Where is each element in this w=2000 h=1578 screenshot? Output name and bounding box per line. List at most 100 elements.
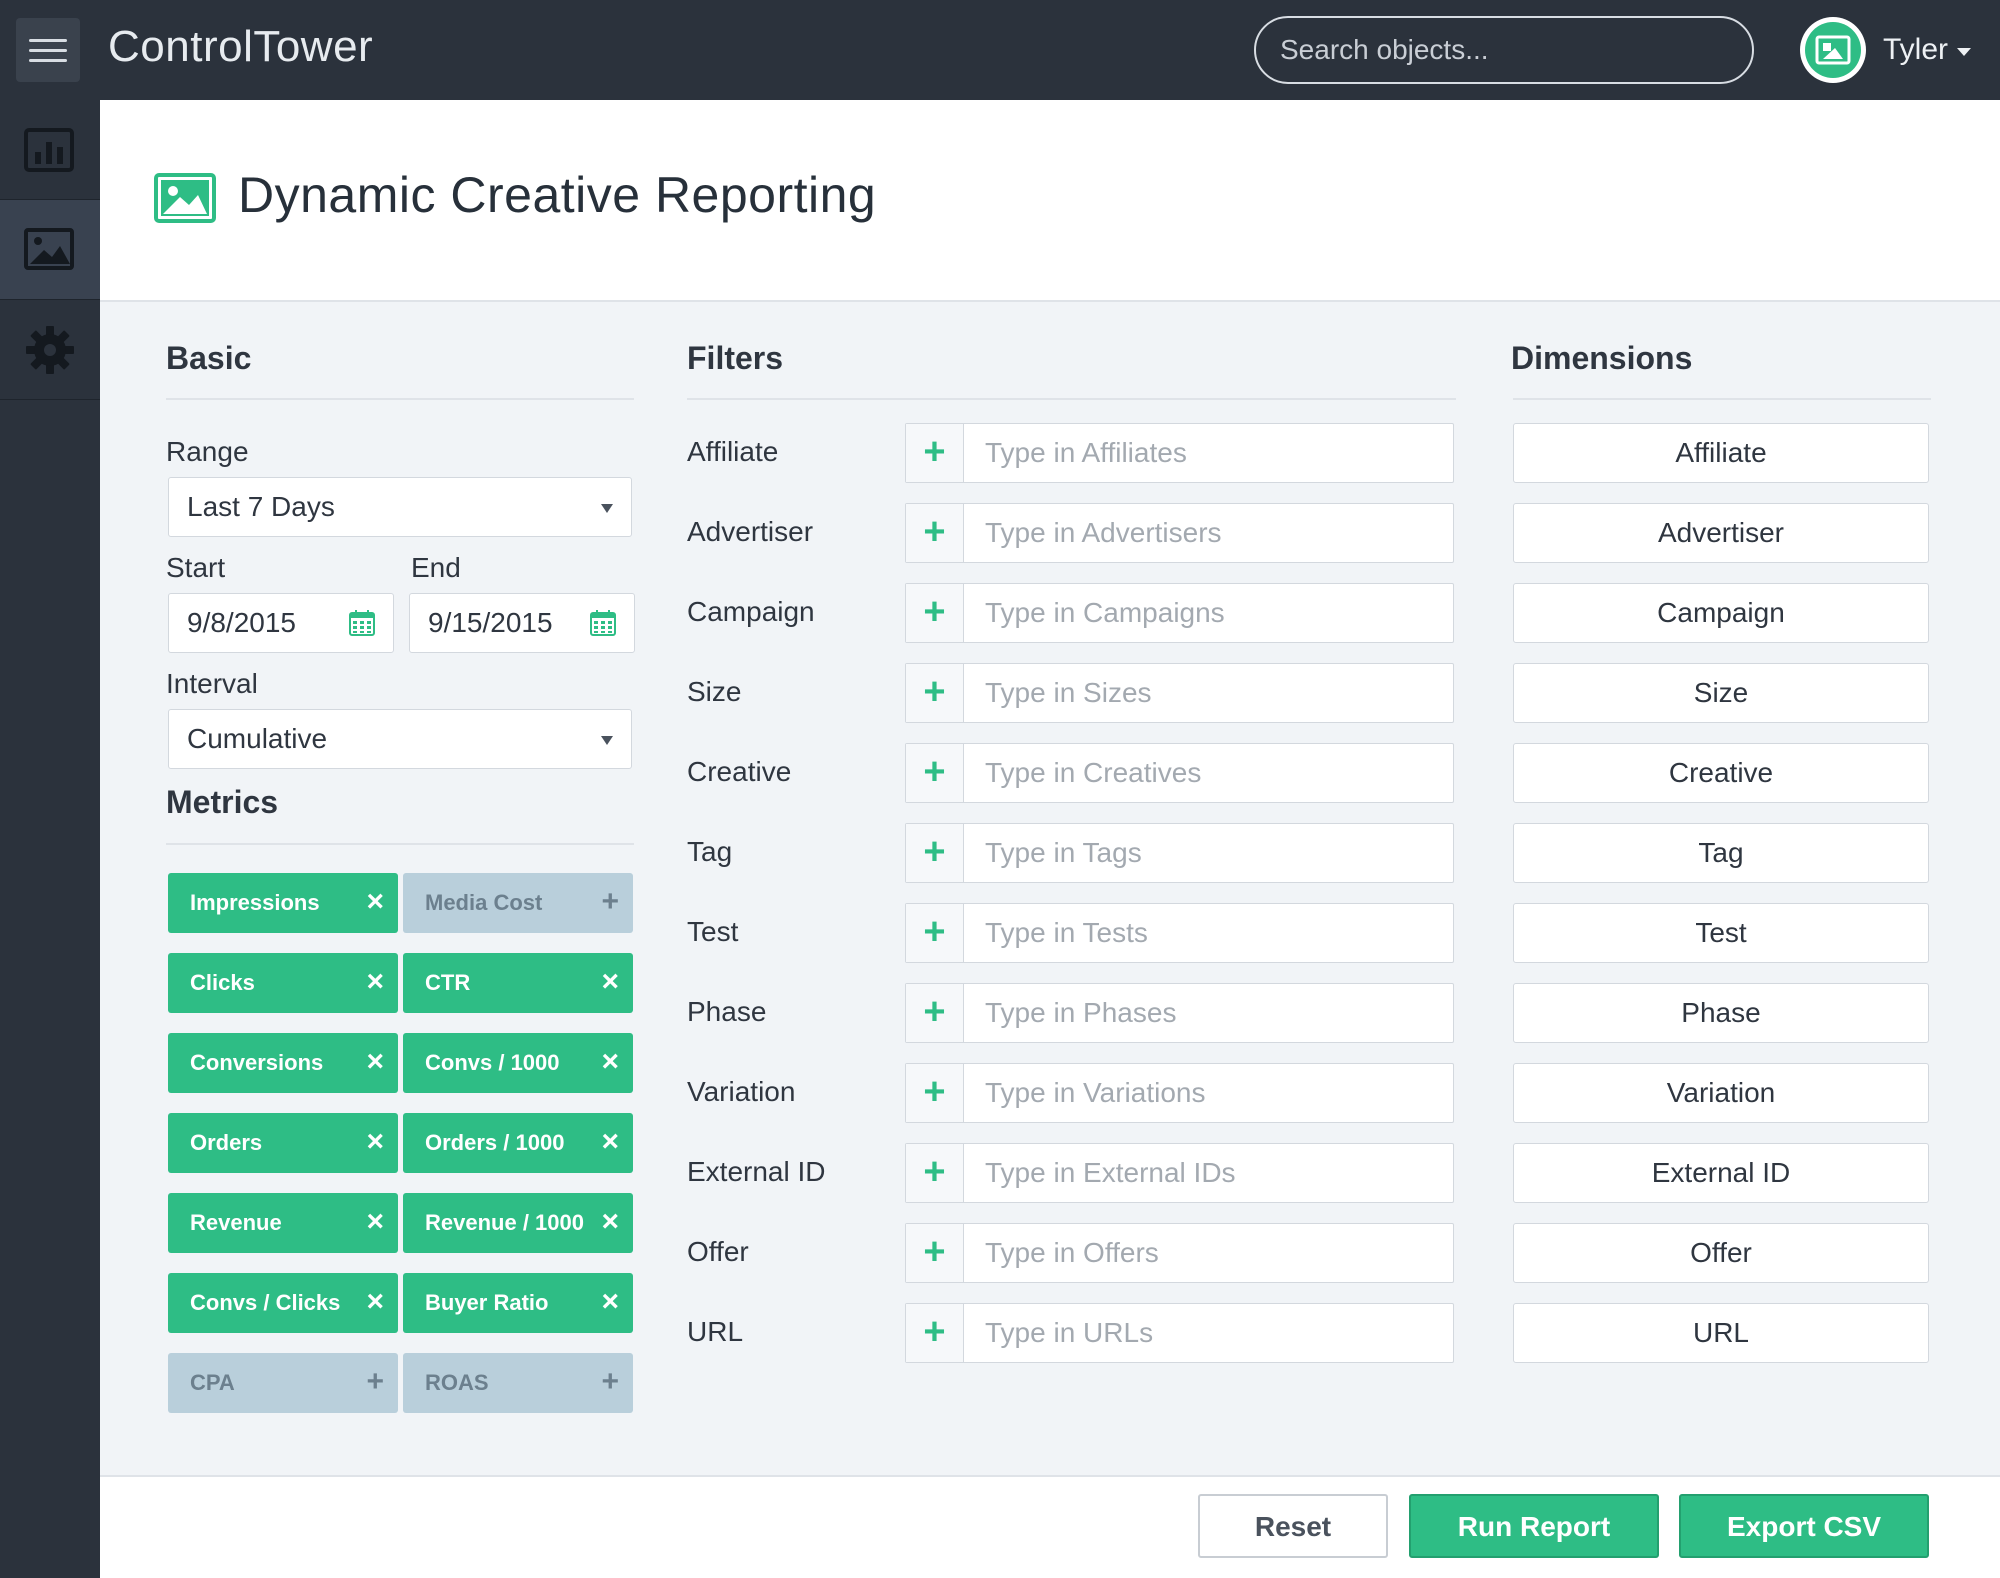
avatar-image-icon [1815, 35, 1851, 65]
remove-icon[interactable]: × [366, 1284, 384, 1320]
dimension-url[interactable]: URL [1513, 1303, 1929, 1363]
filter-input-size[interactable] [965, 664, 1453, 722]
filter-url: + [905, 1303, 1454, 1363]
filter-input-creative[interactable] [965, 744, 1453, 802]
dimension-external-id[interactable]: External ID [1513, 1143, 1929, 1203]
metric-chip-orders[interactable]: Orders × [168, 1113, 398, 1173]
metric-label: Clicks [190, 970, 255, 995]
calendar-icon[interactable] [590, 610, 616, 636]
filter-input-phase[interactable] [965, 984, 1453, 1042]
end-date-field[interactable]: 9/15/2015 [409, 593, 635, 653]
filter-label-url: URL [687, 1316, 744, 1347]
metric-chip-revenue-per-1000[interactable]: Revenue / 1000 × [403, 1193, 633, 1253]
metric-chip-clicks[interactable]: Clicks × [168, 953, 398, 1013]
filter-input-external-id[interactable] [965, 1144, 1453, 1202]
filter-label-offer: Offer [687, 1236, 749, 1267]
filter-input-variation[interactable] [965, 1064, 1453, 1122]
metric-chip-convs-per-1000[interactable]: Convs / 1000 × [403, 1033, 633, 1093]
remove-icon[interactable]: × [366, 1124, 384, 1160]
remove-icon[interactable]: × [601, 1284, 619, 1320]
add-filter-icon[interactable]: + [906, 504, 964, 562]
metric-chip-revenue[interactable]: Revenue × [168, 1193, 398, 1253]
dimension-size[interactable]: Size [1513, 663, 1929, 723]
range-select[interactable]: Last 7 Days [168, 477, 632, 537]
add-filter-icon[interactable]: + [906, 984, 964, 1042]
add-icon[interactable]: + [366, 1364, 384, 1400]
dimension-creative[interactable]: Creative [1513, 743, 1929, 803]
dimension-variation[interactable]: Variation [1513, 1063, 1929, 1123]
metric-chip-ctr[interactable]: CTR × [403, 953, 633, 1013]
remove-icon[interactable]: × [366, 884, 384, 920]
metric-label: Orders / 1000 [425, 1130, 565, 1155]
add-icon[interactable]: + [601, 884, 619, 920]
add-filter-icon[interactable]: + [906, 1304, 964, 1362]
start-date-field[interactable]: 9/8/2015 [168, 593, 394, 653]
metric-label: Revenue [190, 1210, 282, 1235]
sidebar-item-settings[interactable] [0, 300, 100, 400]
remove-icon[interactable]: × [601, 1204, 619, 1240]
range-label: Range [166, 436, 249, 467]
dimension-phase[interactable]: Phase [1513, 983, 1929, 1043]
filter-label-variation: Variation [687, 1076, 796, 1107]
dimension-tag[interactable]: Tag [1513, 823, 1929, 883]
run-report-button[interactable]: Run Report [1409, 1494, 1659, 1558]
metric-chip-buyer-ratio[interactable]: Buyer Ratio × [403, 1273, 633, 1333]
filter-input-tag[interactable] [965, 824, 1453, 882]
add-filter-icon[interactable]: + [906, 1224, 964, 1282]
add-filter-icon[interactable]: + [906, 424, 964, 482]
remove-icon[interactable]: × [366, 1204, 384, 1240]
dimension-offer[interactable]: Offer [1513, 1223, 1929, 1283]
chevron-down-icon[interactable] [1957, 48, 1971, 56]
add-filter-icon[interactable]: + [906, 584, 964, 642]
remove-icon[interactable]: × [601, 1124, 619, 1160]
metric-chip-orders-per-1000[interactable]: Orders / 1000 × [403, 1113, 633, 1173]
hamburger-menu-icon[interactable] [16, 18, 80, 82]
metric-chip-convs-per-clicks[interactable]: Convs / Clicks × [168, 1273, 398, 1333]
metric-chip-cpa[interactable]: CPA + [168, 1353, 398, 1413]
metric-chip-impressions[interactable]: Impressions × [168, 873, 398, 933]
add-filter-icon[interactable]: + [906, 664, 964, 722]
remove-icon[interactable]: × [366, 964, 384, 1000]
add-filter-icon[interactable]: + [906, 1064, 964, 1122]
export-csv-button[interactable]: Export CSV [1679, 1494, 1929, 1558]
filter-size: + [905, 663, 1454, 723]
remove-icon[interactable]: × [366, 1044, 384, 1080]
filter-input-affiliate[interactable] [965, 424, 1453, 482]
remove-icon[interactable]: × [601, 964, 619, 1000]
add-icon[interactable]: + [601, 1364, 619, 1400]
filter-input-url[interactable] [965, 1304, 1453, 1362]
interval-select[interactable]: Cumulative [168, 709, 632, 769]
filter-input-test[interactable] [965, 904, 1453, 962]
metric-chip-roas[interactable]: ROAS + [403, 1353, 633, 1413]
dimension-affiliate[interactable]: Affiliate [1513, 423, 1929, 483]
add-filter-icon[interactable]: + [906, 1144, 964, 1202]
add-filter-icon[interactable]: + [906, 744, 964, 802]
calendar-icon[interactable] [349, 610, 375, 636]
page-header: Dynamic Creative Reporting [100, 100, 2000, 302]
filter-offer: + [905, 1223, 1454, 1283]
sidebar-item-reports[interactable] [0, 100, 100, 200]
metric-label: Impressions [190, 890, 320, 915]
user-name[interactable]: Tyler [1883, 33, 1948, 67]
reset-button[interactable]: Reset [1198, 1494, 1388, 1558]
filter-input-campaign[interactable] [965, 584, 1453, 642]
add-filter-icon[interactable]: + [906, 904, 964, 962]
dimension-advertiser[interactable]: Advertiser [1513, 503, 1929, 563]
dimension-campaign[interactable]: Campaign [1513, 583, 1929, 643]
filter-input-advertiser[interactable] [965, 504, 1453, 562]
start-label: Start [166, 552, 226, 583]
metric-chip-media-cost[interactable]: Media Cost + [403, 873, 633, 933]
sidebar-item-creatives[interactable] [0, 200, 100, 300]
filter-label-creative: Creative [687, 756, 792, 787]
metric-label: Conversions [190, 1050, 324, 1075]
remove-icon[interactable]: × [601, 1044, 619, 1080]
avatar[interactable] [1800, 17, 1866, 83]
metric-chip-conversions[interactable]: Conversions × [168, 1033, 398, 1093]
metric-label: Revenue / 1000 [425, 1210, 584, 1235]
add-filter-icon[interactable]: + [906, 824, 964, 882]
search-input[interactable] [1254, 16, 1754, 84]
filters-section-title: Filters [687, 340, 784, 376]
filter-label-affiliate: Affiliate [687, 436, 779, 467]
dimension-test[interactable]: Test [1513, 903, 1929, 963]
filter-input-offer[interactable] [965, 1224, 1453, 1282]
